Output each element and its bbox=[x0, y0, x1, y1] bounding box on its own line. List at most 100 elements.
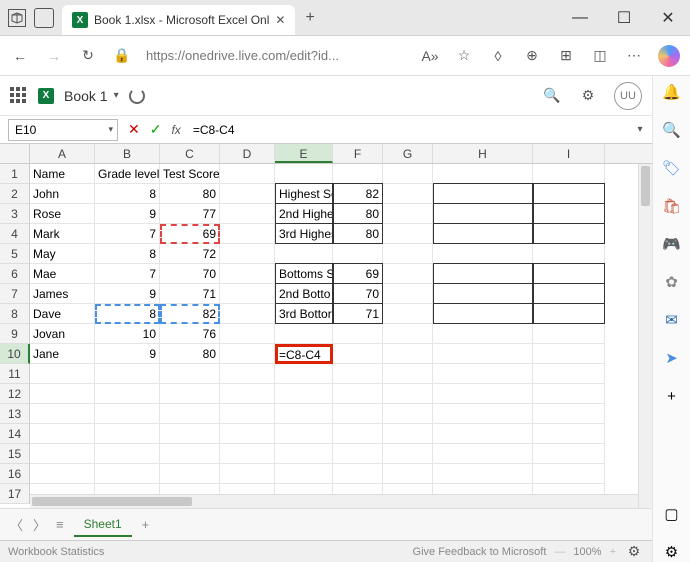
row-header-2[interactable]: 2 bbox=[0, 184, 30, 204]
site-info-icon[interactable]: 🔒 bbox=[112, 46, 132, 66]
zoom-level[interactable]: 100% bbox=[573, 546, 601, 558]
cell-H15[interactable] bbox=[433, 444, 533, 464]
cell-I1[interactable] bbox=[533, 164, 605, 184]
fx-label[interactable]: fx bbox=[171, 123, 180, 137]
cell-H6[interactable] bbox=[433, 263, 533, 284]
cell-A5[interactable]: May bbox=[30, 244, 95, 264]
cell-C13[interactable] bbox=[160, 404, 220, 424]
cell-D10[interactable] bbox=[220, 344, 275, 364]
nav-refresh-button[interactable]: ↻ bbox=[78, 46, 98, 66]
row-header-3[interactable]: 3 bbox=[0, 204, 30, 224]
sheet-prev-button[interactable]: 〈 bbox=[10, 515, 23, 534]
cell-F1[interactable] bbox=[333, 164, 383, 184]
cell-I5[interactable] bbox=[533, 244, 605, 264]
column-header-H[interactable]: H bbox=[433, 144, 533, 163]
cell-F7[interactable]: 70 bbox=[333, 283, 383, 304]
cell-D8[interactable] bbox=[220, 304, 275, 324]
sheet-tab-active[interactable]: Sheet1 bbox=[74, 513, 132, 537]
cell-C8[interactable]: 82 bbox=[160, 304, 220, 324]
cell-E8[interactable]: 3rd Bottor bbox=[275, 303, 333, 324]
cell-F3[interactable]: 80 bbox=[333, 203, 383, 224]
cell-G10[interactable] bbox=[383, 344, 433, 364]
cell-E3[interactable]: 2nd Highe bbox=[275, 203, 333, 224]
row-header-15[interactable]: 15 bbox=[0, 444, 30, 464]
cell-F4[interactable]: 80 bbox=[333, 223, 383, 244]
cell-G4[interactable] bbox=[383, 224, 433, 244]
column-header-E[interactable]: E bbox=[275, 144, 333, 163]
workbook-stats-button[interactable]: Workbook Statistics bbox=[8, 546, 104, 558]
cell-C11[interactable] bbox=[160, 364, 220, 384]
browser-tab-active[interactable]: X Book 1.xlsx - Microsoft Excel Onl ✕ bbox=[62, 5, 295, 35]
cell-D9[interactable] bbox=[220, 324, 275, 344]
app-launcher-icon[interactable] bbox=[10, 87, 28, 105]
cell-E4[interactable]: 3rd Highes bbox=[275, 223, 333, 244]
cell-F15[interactable] bbox=[333, 444, 383, 464]
name-box-dropdown-icon[interactable]: ▾ bbox=[108, 124, 113, 135]
cell-H7[interactable] bbox=[433, 283, 533, 304]
cell-I8[interactable] bbox=[533, 303, 605, 324]
cell-C1[interactable]: Test Score bbox=[160, 164, 220, 184]
cell-I7[interactable] bbox=[533, 283, 605, 304]
cell-D6[interactable] bbox=[220, 264, 275, 284]
cell-E13[interactable] bbox=[275, 404, 333, 424]
row-header-17[interactable]: 17 bbox=[0, 484, 30, 504]
settings-status-icon[interactable]: ⚙ bbox=[624, 542, 644, 562]
favorite-button[interactable]: ☆ bbox=[454, 46, 474, 66]
cell-B10[interactable]: 9 bbox=[95, 344, 160, 364]
cell-G2[interactable] bbox=[383, 184, 433, 204]
add-rail-icon[interactable]: + bbox=[662, 386, 682, 406]
cell-G12[interactable] bbox=[383, 384, 433, 404]
cell-I10[interactable] bbox=[533, 344, 605, 364]
cell-G11[interactable] bbox=[383, 364, 433, 384]
cell-G1[interactable] bbox=[383, 164, 433, 184]
cell-E2[interactable]: Highest Sc bbox=[275, 183, 333, 204]
cell-G14[interactable] bbox=[383, 424, 433, 444]
cell-B9[interactable]: 10 bbox=[95, 324, 160, 344]
collections-button[interactable]: ⊕ bbox=[522, 46, 542, 66]
cell-C3[interactable]: 77 bbox=[160, 204, 220, 224]
cell-H14[interactable] bbox=[433, 424, 533, 444]
column-header-I[interactable]: I bbox=[533, 144, 605, 163]
row-header-6[interactable]: 6 bbox=[0, 264, 30, 284]
cell-I14[interactable] bbox=[533, 424, 605, 444]
feedback-button[interactable]: Give Feedback to Microsoft bbox=[413, 546, 547, 558]
new-tab-button[interactable]: + bbox=[305, 9, 314, 27]
cell-A12[interactable] bbox=[30, 384, 95, 404]
extensions-button[interactable]: ⊞ bbox=[556, 46, 576, 66]
column-header-D[interactable]: D bbox=[220, 144, 275, 163]
cell-G5[interactable] bbox=[383, 244, 433, 264]
vertical-scrollbar[interactable] bbox=[638, 164, 652, 508]
cell-H10[interactable] bbox=[433, 344, 533, 364]
cell-E14[interactable] bbox=[275, 424, 333, 444]
cell-I3[interactable] bbox=[533, 203, 605, 224]
cell-D2[interactable] bbox=[220, 184, 275, 204]
split-screen-button[interactable]: ◫ bbox=[590, 46, 610, 66]
cell-B3[interactable]: 9 bbox=[95, 204, 160, 224]
row-header-10[interactable]: 10 bbox=[0, 344, 30, 364]
cell-H1[interactable] bbox=[433, 164, 533, 184]
row-header-4[interactable]: 4 bbox=[0, 224, 30, 244]
cell-C4[interactable]: 69 bbox=[160, 224, 220, 244]
row-header-14[interactable]: 14 bbox=[0, 424, 30, 444]
cell-G6[interactable] bbox=[383, 264, 433, 284]
row-header-1[interactable]: 1 bbox=[0, 164, 30, 184]
tracking-icon[interactable]: ◊ bbox=[488, 46, 508, 66]
cell-D11[interactable] bbox=[220, 364, 275, 384]
cell-A15[interactable] bbox=[30, 444, 95, 464]
column-header-C[interactable]: C bbox=[160, 144, 220, 163]
add-sheet-button[interactable]: + bbox=[142, 517, 150, 532]
cell-E16[interactable] bbox=[275, 464, 333, 484]
cell-F13[interactable] bbox=[333, 404, 383, 424]
cell-H9[interactable] bbox=[433, 324, 533, 344]
cell-A3[interactable]: Rose bbox=[30, 204, 95, 224]
cell-B4[interactable]: 7 bbox=[95, 224, 160, 244]
cell-C15[interactable] bbox=[160, 444, 220, 464]
cell-C2[interactable]: 80 bbox=[160, 184, 220, 204]
cell-I6[interactable] bbox=[533, 263, 605, 284]
cell-D15[interactable] bbox=[220, 444, 275, 464]
collapse-rail-icon[interactable]: ▢ bbox=[662, 504, 682, 524]
cell-D4[interactable] bbox=[220, 224, 275, 244]
cell-D16[interactable] bbox=[220, 464, 275, 484]
column-header-G[interactable]: G bbox=[383, 144, 433, 163]
address-bar[interactable]: https://onedrive.live.com/edit?id... bbox=[146, 48, 339, 63]
